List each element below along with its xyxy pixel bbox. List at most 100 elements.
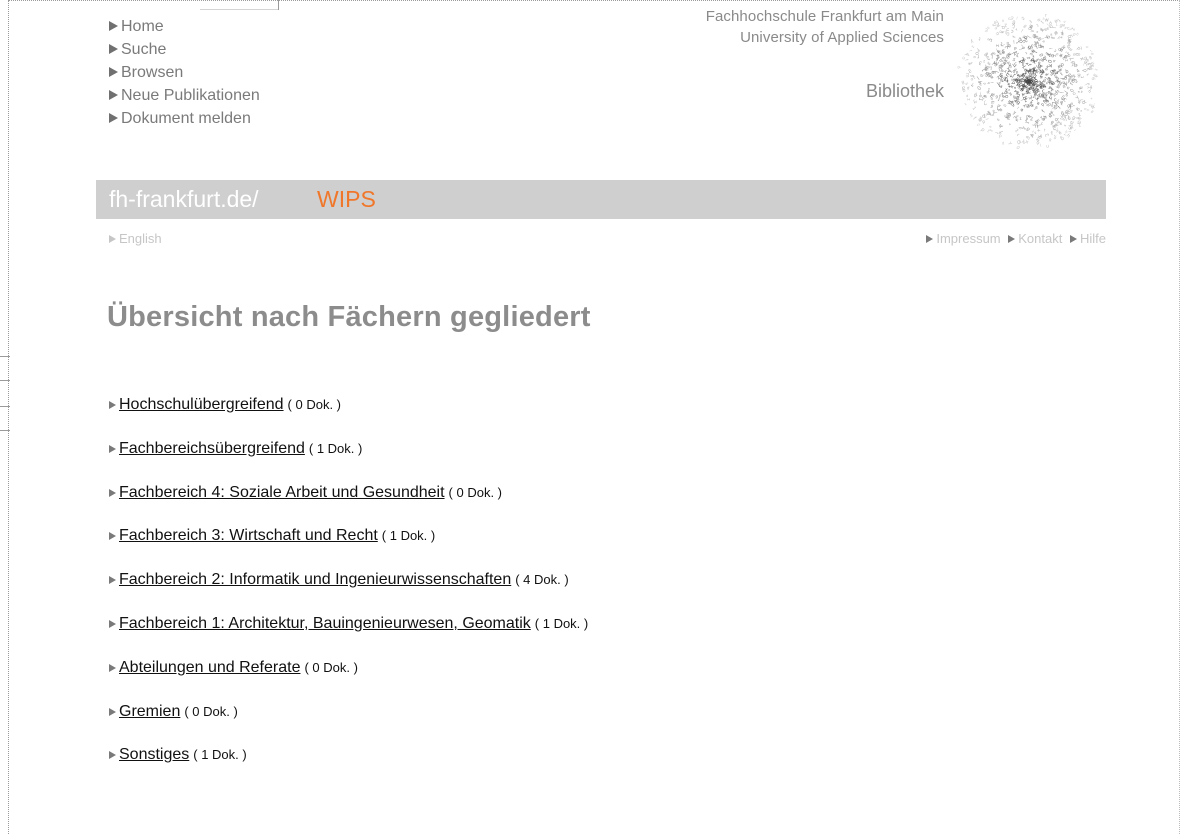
language-switch-label: English <box>119 231 162 246</box>
svg-text:t: t <box>1043 128 1046 132</box>
svg-text:2: 2 <box>1030 116 1033 122</box>
document-count: ( 1 Dok. ) <box>308 440 363 456</box>
subject-link[interactable]: Gremien <box>119 703 180 720</box>
triangle-right-icon <box>109 619 116 628</box>
frame-tick <box>0 430 10 431</box>
triangle-right-icon <box>109 44 118 54</box>
svg-text:t: t <box>978 35 981 41</box>
svg-text:m: m <box>983 27 989 32</box>
svg-text:8: 8 <box>1052 37 1056 40</box>
svg-text:0: 0 <box>1069 88 1076 93</box>
nav-item-dokument-melden[interactable]: Dokument melden <box>109 107 260 130</box>
document-count: ( 1 Dok. ) <box>193 747 247 763</box>
svg-text:c: c <box>1014 62 1018 68</box>
nav-item-label: Home <box>121 18 164 35</box>
subject-link[interactable]: Fachbereich 3: Wirtschaft und Recht <box>119 527 378 544</box>
nav-item-neue-publikationen[interactable]: Neue Publikationen <box>109 84 260 107</box>
svg-text:i: i <box>1013 38 1015 44</box>
document-count: ( 0 Dok. ) <box>287 397 342 412</box>
svg-text:t: t <box>1080 76 1086 79</box>
document-count: ( 0 Dok. ) <box>304 659 358 675</box>
impressum-link[interactable]: Impressum <box>926 231 1001 246</box>
svg-text:z: z <box>983 59 985 63</box>
nav-item-suche[interactable]: Suche <box>109 38 260 61</box>
banner-product-name: WIPS <box>317 186 376 212</box>
svg-text:i: i <box>1048 48 1053 50</box>
svg-text:2: 2 <box>1005 45 1011 48</box>
svg-text:k: k <box>1071 101 1073 105</box>
subject-list: Hochschulübergreifend( 0 Dok. ) Fachbere… <box>109 396 588 790</box>
document-count: ( 1 Dok. ) <box>381 528 436 544</box>
triangle-right-icon <box>109 707 116 716</box>
svg-text:5: 5 <box>969 113 974 120</box>
subject-link[interactable]: Hochschulübergreifend <box>119 396 284 413</box>
frame-divider-line <box>200 9 278 10</box>
letter-cloud-logo-graphic: porretq1ioqxpi4xh8dqa5cfceo1z5b6x82 3xpqg… <box>955 13 1099 150</box>
subject-link[interactable]: Fachbereich 1: Architektur, Bauingenieur… <box>119 615 531 632</box>
svg-text:z: z <box>995 44 1001 48</box>
language-switch-link[interactable]: English <box>109 231 162 246</box>
svg-text:i: i <box>985 118 990 120</box>
subject-link[interactable]: Fachbereich 4: Soziale Arbeit und Gesund… <box>119 484 445 501</box>
triangle-right-icon <box>1069 235 1077 243</box>
svg-text:i: i <box>969 49 973 51</box>
svg-text:q: q <box>1061 81 1065 83</box>
svg-text:o: o <box>1035 18 1041 23</box>
svg-text:z: z <box>1020 15 1026 22</box>
site-banner: fh-frankfurt.de/ WIPS <box>96 180 1106 219</box>
svg-text:u: u <box>1011 77 1013 81</box>
svg-text:s: s <box>1055 90 1061 93</box>
frame-left-border <box>8 0 9 834</box>
svg-text:1: 1 <box>1094 68 1099 72</box>
svg-text:2: 2 <box>1035 23 1039 27</box>
frame-top-border <box>8 0 1180 1</box>
institution-name-line1: Fachhochschule Frankfurt am Main <box>705 8 944 25</box>
nav-item-label: Neue Publikationen <box>121 87 260 104</box>
main-navigation: Home Suche Browsen Neue Publikationen Do… <box>109 15 260 130</box>
list-item: Fachbereichsübergreifend( 1 Dok. ) <box>109 440 588 484</box>
kontakt-link[interactable]: Kontakt <box>1008 231 1062 246</box>
svg-text:p: p <box>1042 39 1046 43</box>
triangle-right-icon <box>109 90 118 100</box>
list-item: Fachbereich 4: Soziale Arbeit und Gesund… <box>109 484 588 528</box>
frame-divider <box>278 0 279 10</box>
subject-link[interactable]: Fachbereichsübergreifend <box>119 440 305 457</box>
svg-text:p: p <box>966 86 969 91</box>
svg-text:y: y <box>969 38 974 45</box>
triangle-right-icon <box>109 532 116 541</box>
list-item: Sonstiges( 1 Dok. ) <box>109 746 588 790</box>
nav-item-browsen[interactable]: Browsen <box>109 61 260 84</box>
triangle-right-icon <box>926 235 934 243</box>
triangle-right-icon <box>109 113 118 123</box>
svg-text:z: z <box>971 45 976 50</box>
svg-text:3: 3 <box>1028 19 1033 25</box>
svg-text:o: o <box>973 56 978 59</box>
triangle-right-icon <box>109 663 116 672</box>
list-item: Gremien( 0 Dok. ) <box>109 703 588 747</box>
svg-text:x: x <box>1063 124 1067 127</box>
list-item: Fachbereich 2: Informatik und Ingenieurw… <box>109 571 588 615</box>
hilfe-link[interactable]: Hilfe <box>1069 231 1106 246</box>
svg-text:a: a <box>988 125 992 128</box>
svg-text:d: d <box>980 126 986 133</box>
svg-text:p: p <box>955 65 961 69</box>
svg-text:2: 2 <box>1044 132 1051 138</box>
triangle-right-icon <box>109 444 116 453</box>
subject-link[interactable]: Sonstiges <box>119 746 189 763</box>
institution-name-line2: University of Applied Sciences <box>740 29 944 46</box>
frame-right-border <box>1179 0 1180 834</box>
svg-text:p: p <box>1001 141 1005 146</box>
svg-text:n: n <box>1007 17 1011 20</box>
impressum-label: Impressum <box>936 231 1001 246</box>
subject-link[interactable]: Abteilungen und Referate <box>119 659 300 676</box>
nav-item-home[interactable]: Home <box>109 15 260 38</box>
svg-text:y: y <box>1007 141 1013 146</box>
triangle-right-icon <box>109 21 118 31</box>
svg-text:i: i <box>1017 106 1020 110</box>
frame-tick <box>0 356 10 357</box>
subject-link[interactable]: Fachbereich 2: Informatik und Ingenieurw… <box>119 571 511 588</box>
svg-text:n: n <box>1045 143 1049 148</box>
svg-text:7: 7 <box>977 122 980 126</box>
document-count: ( 1 Dok. ) <box>534 615 589 631</box>
document-count: ( 0 Dok. ) <box>448 484 503 500</box>
